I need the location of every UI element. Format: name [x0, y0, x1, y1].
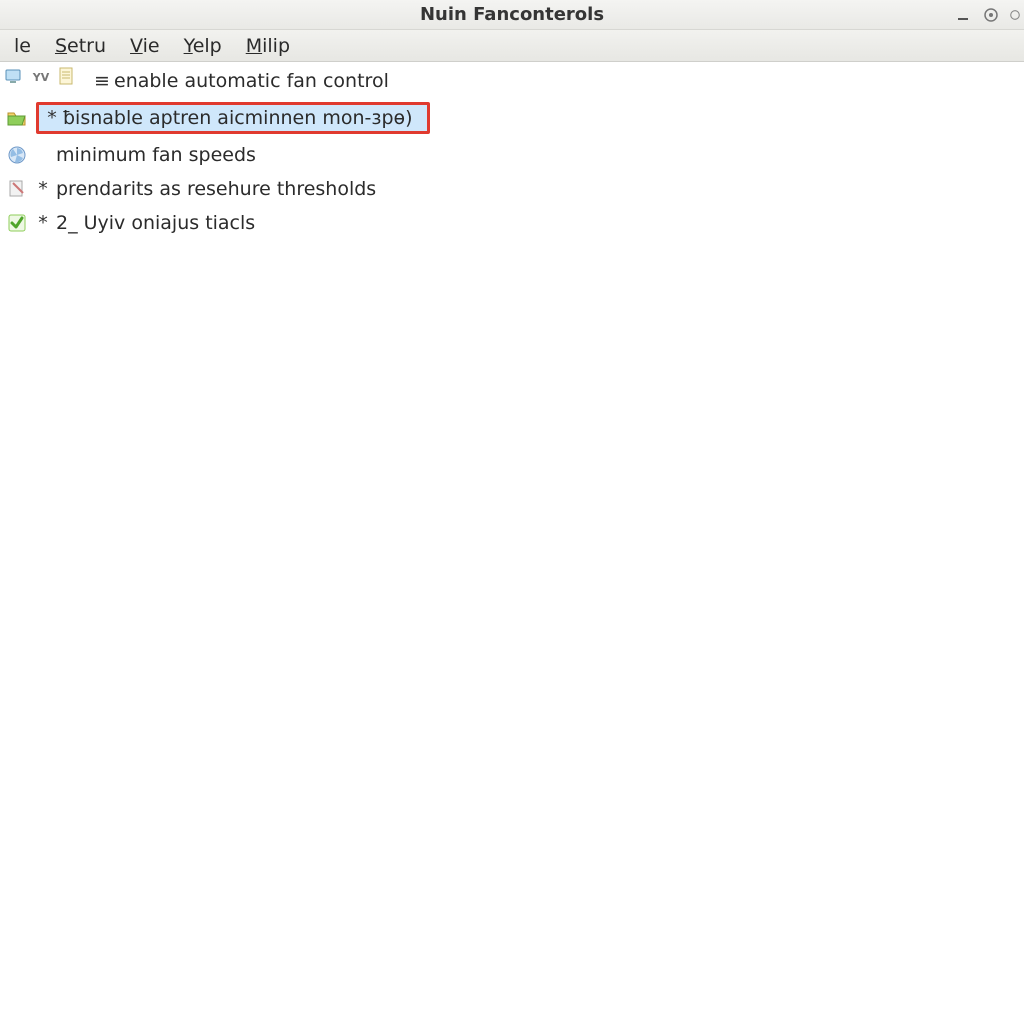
note-icon: [4, 176, 30, 202]
window-title: Nuin Fanconterols: [0, 4, 1024, 25]
option-list: ≡ enable automatic fan control * ƀisnabl…: [0, 64, 1024, 240]
list-item-label: enable automatic fan control: [114, 70, 389, 92]
minimize-button[interactable]: [954, 6, 972, 24]
menu-yelp[interactable]: Yelp: [172, 33, 234, 59]
fan-icon: [4, 142, 30, 168]
menu-milip[interactable]: Milip: [234, 33, 302, 59]
asterisk-icon: *: [36, 212, 50, 234]
document-icon[interactable]: [56, 66, 78, 88]
list-item-label: ƀisnable aptren aicminnen mon-ɜpɵ): [63, 107, 413, 129]
list-item[interactable]: ≡ enable automatic fan control: [2, 64, 1022, 98]
list-item[interactable]: * prendarits as resehure thresholds: [2, 172, 1022, 206]
asterisk-icon: *: [36, 178, 50, 200]
menubar: le Setru Vie Yelp Milip: [0, 30, 1024, 62]
list-item-label: prendarits as resehure thresholds: [56, 178, 376, 200]
asterisk-icon: *: [45, 107, 59, 129]
check-icon: [4, 210, 30, 236]
list-item-label: 2_ Uyiv oniajus tiacls: [56, 212, 255, 234]
menu-setru[interactable]: Setru: [43, 33, 118, 59]
list-item[interactable]: * 2_ Uyiv oniajus tiacls: [2, 206, 1022, 240]
maximize-button[interactable]: [982, 6, 1000, 24]
window-controls: [954, 0, 1020, 29]
list-item[interactable]: minimum fan speeds: [2, 138, 1022, 172]
list-item-selected[interactable]: * ƀisnable aptren aicminnen mon-ɜpɵ): [22, 98, 1022, 138]
list-item-label: minimum fan speeds: [56, 144, 256, 166]
folder-open-icon: [4, 105, 30, 131]
menu-label: le: [14, 35, 31, 57]
menu-vie[interactable]: Vie: [118, 33, 172, 59]
tag-icon[interactable]: YV: [30, 66, 52, 88]
menu-file[interactable]: le: [2, 33, 43, 59]
hamburger-icon: ≡: [94, 70, 108, 92]
titlebar: Nuin Fanconterols: [0, 0, 1024, 30]
close-button[interactable]: [1010, 6, 1020, 24]
monitor-icon[interactable]: [4, 66, 26, 88]
